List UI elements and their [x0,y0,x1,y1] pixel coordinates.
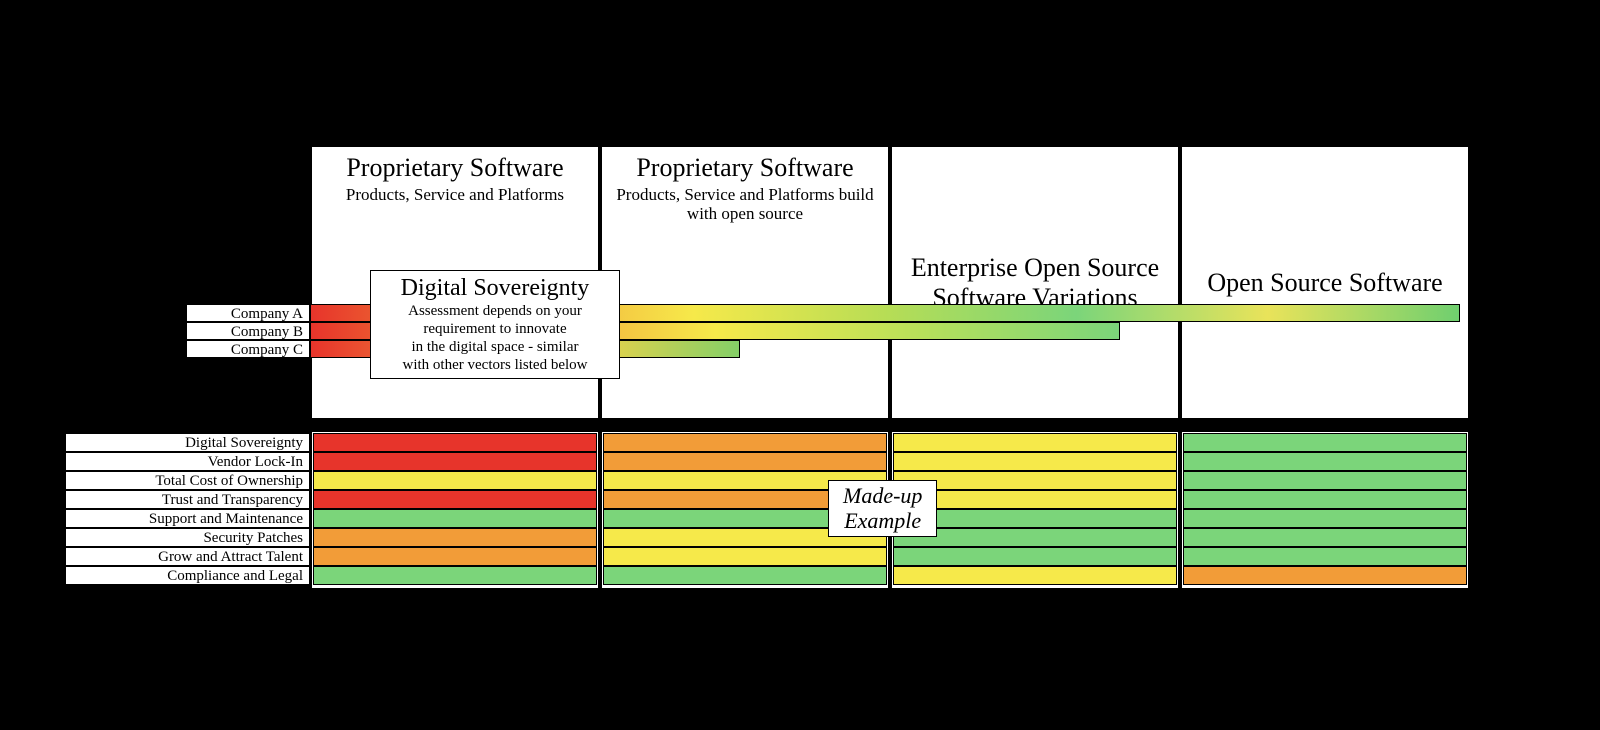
col-header-3: Open Source Software [1180,145,1470,420]
col-subtitle: Products, Service and Platforms build wi… [602,185,888,224]
matrix-cell [893,433,1177,452]
matrix-cell [313,547,597,566]
vector-label: Vendor Lock-In [65,452,310,471]
col-header-1: Proprietary Software Products, Service a… [600,145,890,420]
diagram-stage: Proprietary Software Products, Service a… [0,0,1600,730]
matrix-cell [313,471,597,490]
matrix-cell [893,452,1177,471]
matrix-cell [313,509,597,528]
callout-body: in the digital space - similar [381,338,609,356]
matrix-cell [313,433,597,452]
col-title: Proprietary Software [312,153,598,183]
company-label: Company A [186,304,310,322]
col-header-2: Enterprise Open Source Software Variatio… [890,145,1180,420]
matrix-cell [1183,433,1467,452]
matrix-cell [603,452,887,471]
matrix-cell [893,566,1177,585]
vector-label: Security Patches [65,528,310,547]
matrix-cell [313,528,597,547]
matrix-cell [313,490,597,509]
digital-sovereignty-callout: Digital Sovereignty Assessment depends o… [370,270,620,379]
matrix-cell [1183,490,1467,509]
matrix-cell [1183,566,1467,585]
callout-body: requirement to innovate [381,320,609,338]
callout-body: with other vectors listed below [381,356,609,374]
company-label: Company B [186,322,310,340]
vector-label: Compliance and Legal [65,566,310,585]
vector-label: Support and Maintenance [65,509,310,528]
madeup-text: Made-upExample [843,483,922,533]
vector-label: Trust and Transparency [65,490,310,509]
matrix-cell [313,566,597,585]
callout-body: Assessment depends on your [381,302,609,320]
matrix-cell [603,433,887,452]
col-subtitle: Products, Service and Platforms [312,185,598,205]
matrix-cell [313,452,597,471]
matrix-cell [1183,547,1467,566]
matrix-cell [1183,528,1467,547]
matrix-cell [603,566,887,585]
matrix-cell [603,547,887,566]
col-title: Proprietary Software [602,153,888,183]
vector-label: Grow and Attract Talent [65,547,310,566]
callout-title: Digital Sovereignty [381,275,609,302]
matrix-cell [1183,452,1467,471]
vector-label: Digital Sovereignty [65,433,310,452]
company-label: Company C [186,340,310,358]
matrix-cell [1183,509,1467,528]
matrix-cell [893,547,1177,566]
vector-label: Total Cost of Ownership [65,471,310,490]
col-title: Open Source Software [1182,268,1468,298]
madeup-example-label: Made-upExample [828,480,937,537]
matrix-cell [1183,471,1467,490]
